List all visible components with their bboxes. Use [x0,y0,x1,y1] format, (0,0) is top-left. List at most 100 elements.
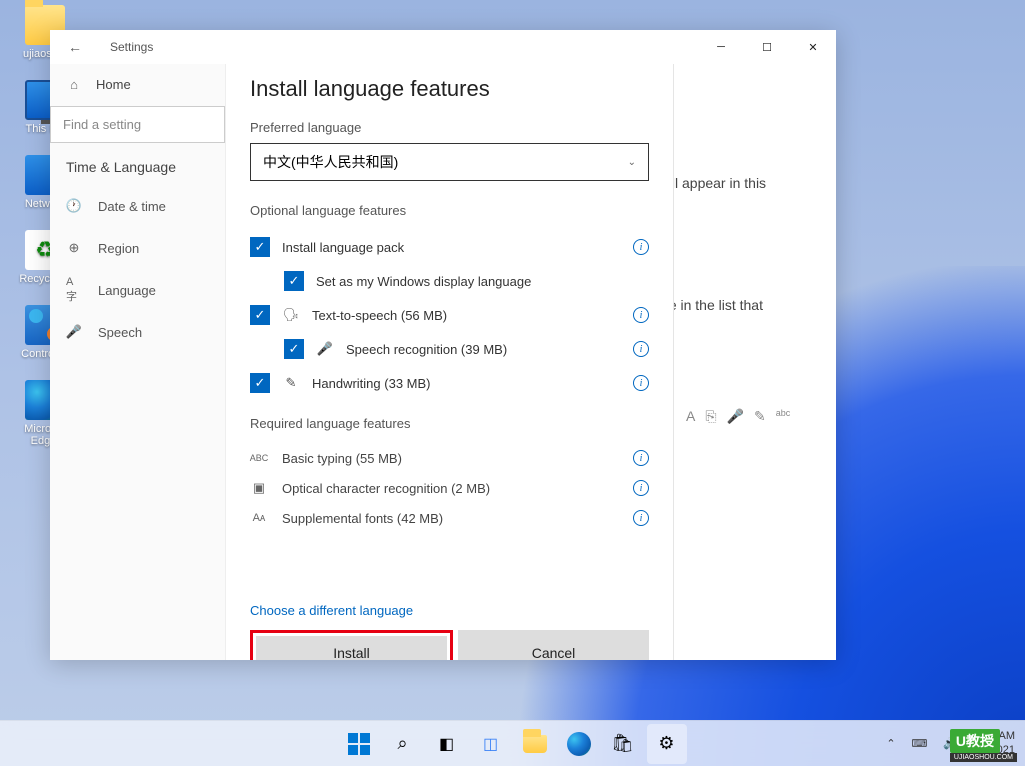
globe-icon: ⊕ [66,240,82,256]
task-view-button[interactable]: ◧ [427,724,467,764]
watermark-sub: UJIAOSHOU.COM [950,753,1017,762]
feature-speech-rec: ✓ 🎤 Speech recognition (39 MB) i [250,332,649,366]
category-header: Time & Language [50,143,225,185]
titlebar[interactable]: ← Settings ─ ☐ ✕ [50,30,836,64]
info-icon[interactable]: i [633,341,649,357]
chevron-down-icon: ⌄ [628,157,636,168]
task-view-icon: ◧ [439,734,454,754]
explorer-button[interactable] [515,724,555,764]
info-icon[interactable]: i [633,307,649,323]
install-button-highlight: Install [250,630,453,660]
fonts-icon: Aᴀ [250,512,268,524]
main-panel: ...rer will appear in this ...guage in t… [226,64,836,660]
checkbox-install-pack[interactable]: ✓ [250,237,270,257]
home-icon: ⌂ [66,76,82,92]
handwriting-icon: ✎ [754,408,766,425]
nav-label: Date & time [98,199,166,214]
info-icon[interactable]: i [633,510,649,526]
feature-capability-icons: A ⎘ 🎤 ✎ abc [686,408,790,425]
search-input[interactable] [50,106,225,143]
start-button[interactable] [339,724,379,764]
feature-set-display: ✓ Set as my Windows display language [250,264,649,298]
nav-label: Language [98,283,156,298]
search-icon: ⌕ [397,733,407,754]
tts-icon: 🗣 [282,307,300,323]
choose-different-language-link[interactable]: Choose a different language [250,603,649,618]
dialog-buttons: Install Cancel [250,630,649,660]
taskbar[interactable]: ⌕ ◧ ◫ 🛍 ⚙ ⌃ ⌨ 🔊 ... AM 6/... 2021 [0,720,1025,766]
watermark-main: U教授 [950,729,1000,753]
optional-features-label: Optional language features [250,203,649,218]
widgets-icon: ◫ [483,734,498,754]
search-box [50,106,225,143]
feature-label: Speech recognition (39 MB) [346,342,621,357]
text-to-speech-icon: A [686,408,695,425]
language-icon: A字 [66,282,82,298]
language-select[interactable]: 中文(中华人民共和国) ⌄ [250,143,649,181]
nav-label: Region [98,241,139,256]
home-label: Home [96,77,131,92]
sidebar: ⌂ Home Time & Language 🕐 Date & time ⊕ R… [50,64,226,660]
nav-label: Speech [98,325,142,340]
watermark: U教授 UJIAOSHOU.COM [950,729,1017,762]
checkbox-handwriting[interactable]: ✓ [250,373,270,393]
tray-chevron-icon[interactable]: ⌃ [882,733,899,754]
required-label: Optical character recognition (2 MB) [282,481,619,496]
close-button[interactable]: ✕ [790,30,836,64]
install-button[interactable]: Install [256,636,447,660]
ime-icon[interactable]: ⌨ [908,733,932,754]
edge-button[interactable] [559,724,599,764]
edge-icon [567,732,591,756]
checkbox-speech-rec[interactable]: ✓ [284,339,304,359]
store-icon: 🛍 [611,733,634,754]
store-button[interactable]: 🛍 [603,724,643,764]
info-icon[interactable]: i [633,480,649,496]
settings-window: ← Settings ─ ☐ ✕ ⌂ Home Time & Language … [50,30,836,660]
feature-handwriting: ✓ ✎ Handwriting (33 MB) i [250,366,649,400]
windows-logo-icon [348,733,370,755]
cancel-button[interactable]: Cancel [458,630,649,660]
home-nav[interactable]: ⌂ Home [50,64,225,104]
feature-label: Text-to-speech (56 MB) [312,308,621,323]
feature-label: Install language pack [282,240,621,255]
feature-label: Handwriting (33 MB) [312,376,621,391]
required-features-label: Required language features [250,416,649,431]
required-basic-typing: ABC Basic typing (55 MB) i [250,443,649,473]
nav-speech[interactable]: 🎤 Speech [50,311,225,353]
window-buttons: ─ ☐ ✕ [698,30,836,64]
window-title: Settings [110,40,698,54]
back-button[interactable]: ← [68,39,82,55]
info-icon[interactable]: i [633,450,649,466]
required-fonts: Aᴀ Supplemental fonts (42 MB) i [250,503,649,533]
clock-icon: 🕐 [66,198,82,214]
ocr-icon: ▣ [250,480,268,496]
minimize-button[interactable]: ─ [698,30,744,64]
feature-install-pack: ✓ Install language pack i [250,230,649,264]
settings-taskbar-button[interactable]: ⚙ [647,724,687,764]
abc-icon: abc [776,408,791,425]
nav-language[interactable]: A字 Language [50,269,225,311]
taskbar-center: ⌕ ◧ ◫ 🛍 ⚙ [339,724,687,764]
settings-body: ⌂ Home Time & Language 🕐 Date & time ⊕ R… [50,64,836,660]
folder-icon [523,735,547,753]
info-icon[interactable]: i [633,239,649,255]
mic-icon: 🎤 [316,341,334,357]
search-button[interactable]: ⌕ [383,724,423,764]
dialog-title: Install language features [250,76,649,102]
required-label: Supplemental fonts (42 MB) [282,511,619,526]
nav-region[interactable]: ⊕ Region [50,227,225,269]
handwriting-icon: ✎ [282,375,300,391]
info-icon[interactable]: i [633,375,649,391]
nav-date-time[interactable]: 🕐 Date & time [50,185,225,227]
maximize-button[interactable]: ☐ [744,30,790,64]
checkbox-tts[interactable]: ✓ [250,305,270,325]
gear-icon: ⚙ [658,733,674,754]
widgets-button[interactable]: ◫ [471,724,511,764]
install-language-dialog: Install language features Preferred lang… [226,64,674,660]
mic-icon: 🎤 [66,324,82,340]
feature-label: Set as my Windows display language [316,274,649,289]
selected-language: 中文(中华人民共和国) [263,152,398,172]
required-ocr: ▣ Optical character recognition (2 MB) i [250,473,649,503]
checkbox-set-display[interactable]: ✓ [284,271,304,291]
speech-recognition-icon: ⎘ [705,408,716,425]
